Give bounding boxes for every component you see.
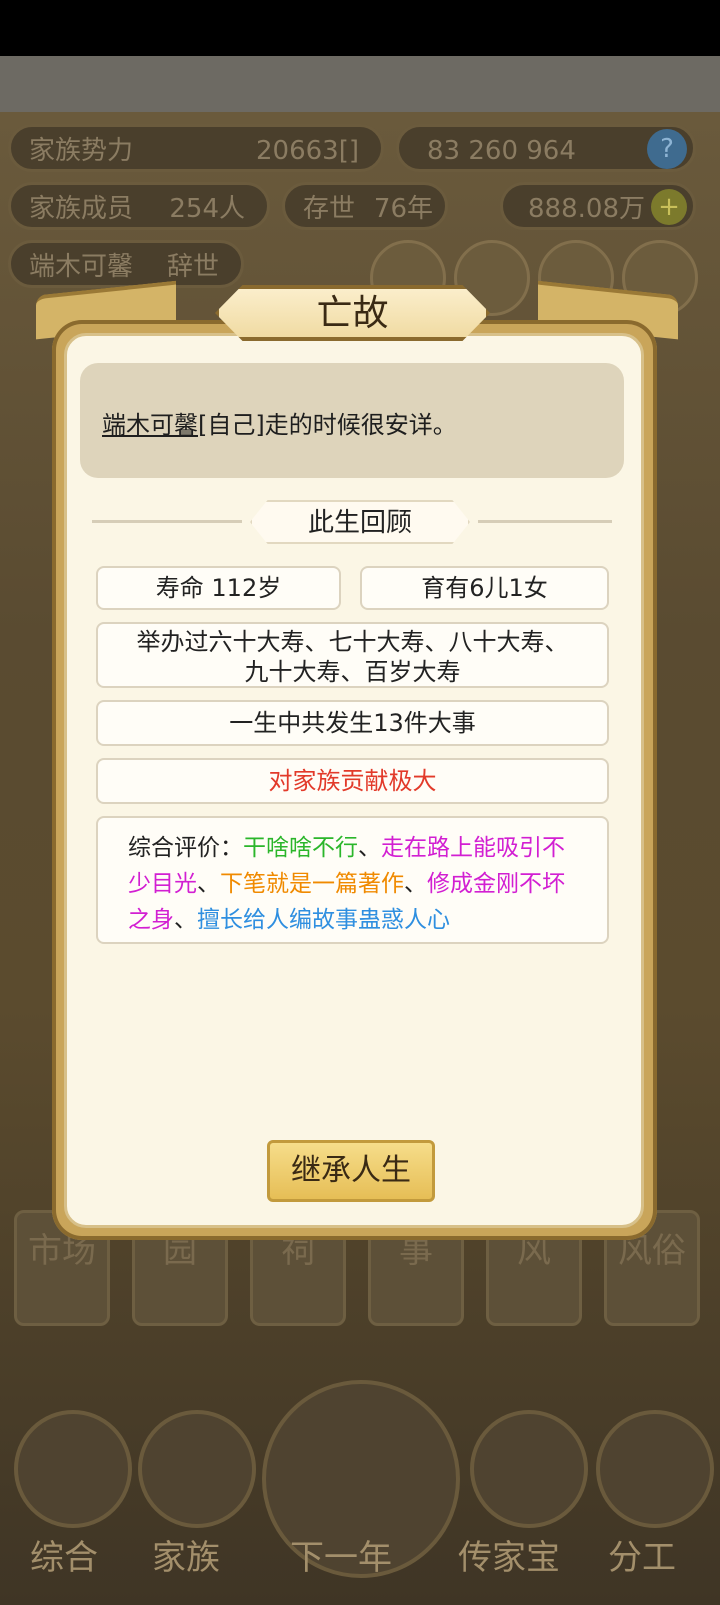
children-card: 育有6儿1女 [360, 566, 609, 610]
family-power-value: 20663[] [255, 136, 359, 166]
family-power-label: 家族势力 [29, 136, 134, 166]
gold-value: 888.08万 [528, 194, 645, 224]
currency-pill: 83 260 964 ? [396, 124, 696, 172]
nav-general[interactable]: 综合 [30, 1530, 98, 1579]
status-bar [0, 0, 720, 56]
contribution-card: 对家族贡献极大 [96, 758, 609, 804]
help-icon[interactable]: ? [647, 129, 687, 169]
eval-trait: 擅长给人编故事蛊惑人心 [197, 907, 450, 933]
lifespan-card: 寿命 112岁 [96, 566, 341, 610]
nav-family[interactable]: 家族 [152, 1530, 220, 1579]
alive-value: 76年 [373, 194, 433, 224]
eval-trait: 干啥啥不行 [243, 835, 358, 861]
celebrations-line-1: 举办过六十大寿、七十大寿、八十大寿、 [136, 628, 569, 656]
nav-family-icon[interactable] [138, 1410, 256, 1528]
evaluation-card: 综合评价：干啥啥不行、走在路上能吸引不少目光、下笔就是一篇著作、修成金刚不坏之身… [96, 816, 609, 944]
section-divider-left [92, 520, 242, 523]
alive-pill: 存世 76年 [282, 182, 448, 230]
nav-general-icon[interactable] [14, 1410, 132, 1528]
family-power-pill: 家族势力 20663[] [8, 124, 384, 172]
dialog-title: 亡故 [215, 285, 490, 341]
deceased-name[interactable]: 端木可馨 [102, 411, 198, 439]
nav-next-year[interactable]: 下一年 [290, 1530, 392, 1579]
celebrations-card: 举办过六十大寿、七十大寿、八十大寿、 九十大寿、百岁大寿 [96, 622, 609, 688]
nav-assign-icon[interactable] [596, 1410, 714, 1528]
person-pill: 端木可馨 辞世 [8, 240, 244, 288]
celebrations-line-2: 九十大寿、百岁大寿 [244, 658, 461, 686]
gold-pill: 888.08万 + [500, 182, 696, 230]
top-bar [0, 56, 720, 112]
life-review-title: 此生回顾 [250, 500, 470, 544]
nav-assign[interactable]: 分工 [608, 1530, 676, 1579]
add-gold-icon[interactable]: + [651, 189, 687, 225]
nav-heirloom-icon[interactable] [470, 1410, 588, 1528]
person-name: 端木可馨 [29, 252, 134, 282]
members-label: 家族成员 [29, 194, 134, 224]
death-message-box: 端木可馨[自己]走的时候很安详。 [80, 363, 624, 478]
events-card: 一生中共发生13件大事 [96, 700, 609, 746]
evaluation-label: 综合评价： [128, 835, 243, 861]
alive-label: 存世 [303, 194, 356, 224]
members-pill: 家族成员 254人 [8, 182, 270, 230]
inherit-life-button[interactable]: 继承人生 [267, 1140, 435, 1202]
currency-values: 83 260 964 [427, 136, 576, 166]
section-divider-right [478, 520, 612, 523]
death-message: 端木可馨[自己]走的时候很安详。 [102, 411, 457, 439]
nav-heirloom[interactable]: 传家宝 [458, 1530, 560, 1579]
members-value: 254人 [169, 194, 245, 224]
eval-trait: 下笔就是一篇著作 [220, 871, 404, 897]
